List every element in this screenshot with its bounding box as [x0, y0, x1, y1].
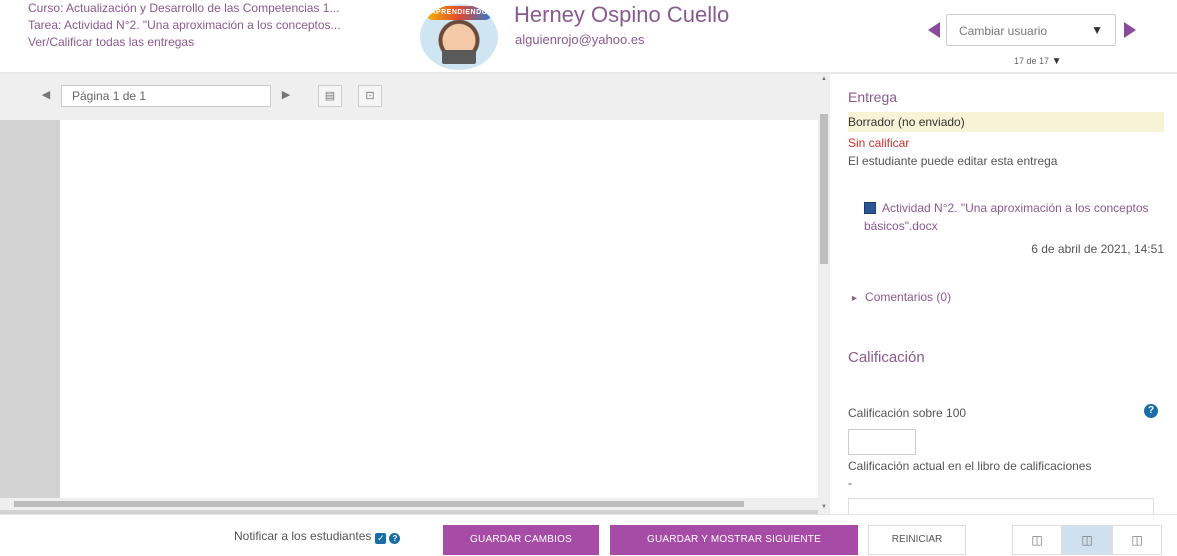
reset-button[interactable]: REINICIAR [868, 525, 966, 555]
expand-comments-icon[interactable]: ⊡ [358, 85, 382, 107]
save-changes-button[interactable]: GUARDAR CAMBIOS [443, 525, 599, 555]
user-name[interactable]: Herney Ospino Cuello [514, 2, 729, 28]
notify-label: Notificar a los estudiantes [234, 529, 372, 543]
grade-heading: Calificación [848, 349, 925, 366]
notify-students[interactable]: Notificar a los estudiantes ✓? [234, 529, 401, 544]
current-grade-label: Calificación actual en el libro de calif… [848, 459, 1092, 473]
layout-collapse-review-icon[interactable]: ◫ [1112, 525, 1162, 555]
avatar-laptop [442, 50, 476, 64]
comments-label: Comentarios (0) [865, 290, 952, 304]
scrollbar-thumb[interactable] [14, 501, 744, 507]
grading-status: Sin calificar [848, 136, 910, 150]
submission-heading: Entrega [848, 89, 898, 105]
file-link[interactable]: Actividad N°2. "Una aproximación a los c… [864, 201, 1149, 233]
user-count-label: 17 de 17 [1014, 56, 1050, 66]
grading-panel: Entrega Borrador (no enviado) Sin califi… [836, 74, 1166, 514]
editor-vertical-scrollbar[interactable]: ▲ ▼ [818, 74, 830, 514]
edit-note: El estudiante puede editar esta entrega [848, 154, 1058, 168]
submitted-file[interactable]: Actividad N°2. "Una aproximación a los c… [864, 199, 1164, 235]
previous-page-icon[interactable]: ◀ [36, 85, 56, 107]
submission-status: Borrador (no enviado) [848, 112, 1164, 132]
caret-right-icon: ▸ [852, 293, 858, 304]
file-date: 6 de abril de 2021, 14:51 [1031, 242, 1164, 256]
scroll-down-icon[interactable]: ▼ [821, 504, 827, 510]
search-comments-icon[interactable]: ▤ [318, 85, 342, 107]
feedback-editor[interactable] [848, 498, 1154, 514]
pdf-editor: ◀ Página 1 de 1 ▶ ▤ ⊡ ▲ ▼ [0, 74, 830, 514]
change-user-select[interactable]: Cambiar usuario ▼ [946, 14, 1116, 46]
page-select[interactable]: Página 1 de 1 [61, 85, 271, 107]
filter-icon[interactable]: ▼ [1052, 56, 1062, 67]
previous-user-icon[interactable] [928, 22, 940, 38]
context-links: Curso: Actualización y Desarrollo de las… [28, 0, 341, 51]
editor-toolbar: ◀ Página 1 de 1 ▶ ▤ ⊡ [0, 74, 830, 120]
grade-label: Calificación sobre 100 [848, 406, 967, 420]
user-navigation: Cambiar usuario ▼ 17 de 17 ▼ [928, 14, 1158, 72]
course-link[interactable]: Curso: Actualización y Desarrollo de las… [28, 0, 341, 17]
scrollbar-thumb[interactable] [820, 114, 828, 264]
layout-default-icon[interactable]: ◫ [1062, 525, 1112, 555]
next-user-icon[interactable] [1124, 22, 1136, 38]
notify-checkbox[interactable]: ✓ [375, 533, 387, 544]
save-and-next-button[interactable]: GUARDAR Y MOSTRAR SIGUIENTE [610, 525, 858, 555]
view-all-submissions-link[interactable]: Ver/Calificar todas las entregas [28, 34, 341, 51]
scroll-up-icon[interactable]: ▲ [821, 76, 827, 82]
chevron-down-icon: ▼ [1091, 23, 1103, 37]
assignment-link[interactable]: Tarea: Actividad N°2. "Una aproximación … [28, 17, 341, 34]
user-avatar: APRENDIENDO [420, 4, 498, 70]
document-page[interactable] [60, 120, 818, 504]
help-icon[interactable]: ? [1144, 404, 1158, 418]
user-count: 17 de 17 ▼ [1014, 56, 1061, 67]
avatar-banner: APRENDIENDO [426, 6, 492, 20]
grading-footer: Notificar a los estudiantes ✓? GUARDAR CA… [0, 514, 1177, 556]
next-page-icon[interactable]: ▶ [276, 85, 296, 107]
current-grade-value: - [848, 476, 852, 490]
grader-header: Curso: Actualización y Desarrollo de las… [0, 0, 1177, 72]
layout-collapse-grade-icon[interactable]: ◫ [1012, 525, 1062, 555]
grade-input[interactable] [848, 429, 916, 455]
change-user-placeholder: Cambiar usuario [959, 24, 1048, 38]
editor-horizontal-scrollbar[interactable] [0, 498, 818, 510]
comments-toggle[interactable]: ▸ Comentarios (0) [852, 290, 951, 304]
user-email: alguienrojo@yahoo.es [515, 32, 645, 47]
word-document-icon [864, 202, 876, 214]
help-icon[interactable]: ? [389, 533, 401, 544]
